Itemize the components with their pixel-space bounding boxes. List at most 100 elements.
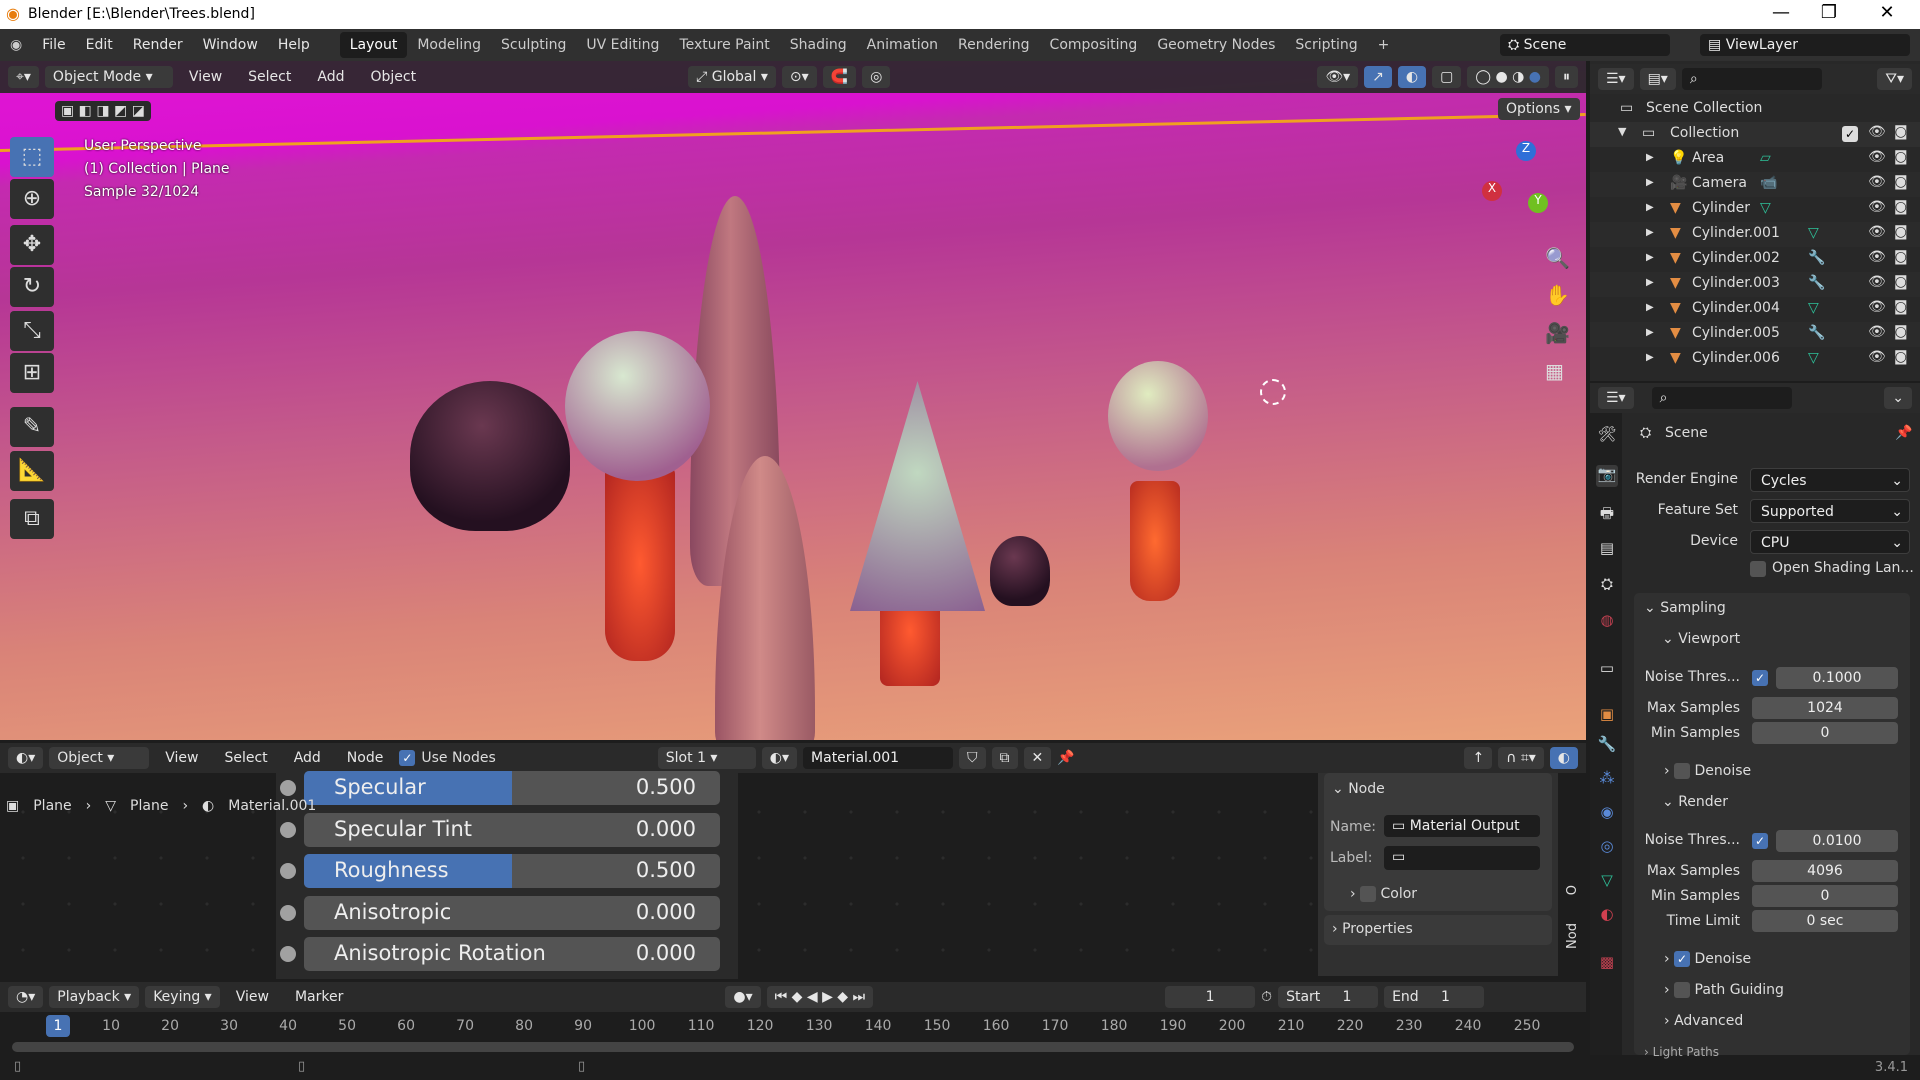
properties-editor[interactable]: ☰▾ ⌕ ⌄ 🛠 📷 🖶 ▤ ⛭ ◍ ▭ ▣ 🔧 ⁂ ◉ ◎ ▽ ◐ ▩ ⛭ S… — [1590, 383, 1920, 1059]
expand-arrow-icon[interactable]: ▶ — [1646, 302, 1654, 313]
vp-menu-select[interactable]: Select — [238, 69, 301, 85]
options-dropdown-icon[interactable]: ⌄ — [1884, 387, 1912, 409]
gizmo-z-axis[interactable]: Z — [1516, 141, 1536, 161]
mode-selector[interactable]: Object Mode ▾ — [44, 66, 173, 88]
menu-file[interactable]: File — [32, 37, 75, 53]
input-socket[interactable] — [280, 863, 296, 879]
camera-render-icon[interactable]: ◙ — [1894, 349, 1908, 365]
parent-node-tree-icon[interactable]: ↑ — [1464, 747, 1493, 769]
workspace-tab-uv-editing[interactable]: UV Editing — [576, 32, 669, 58]
pin-icon[interactable]: 📌 — [1057, 750, 1074, 766]
outliner-item[interactable]: ▶ ▼ Cylinder.001 ▽ 👁 ◙ — [1590, 222, 1920, 247]
3d-cursor-icon[interactable] — [1260, 379, 1286, 405]
node-menu-view[interactable]: View — [155, 750, 208, 766]
gizmo-x-axis[interactable]: X — [1482, 181, 1502, 201]
scale-tool[interactable]: ⤡ — [10, 311, 54, 351]
outliner-item[interactable]: ▶ ▼ Cylinder.006 ▽ 👁 ◙ — [1590, 347, 1920, 372]
node-menu-select[interactable]: Select — [214, 750, 277, 766]
rd-min-samples-field[interactable]: 0 — [1752, 885, 1898, 907]
vp-menu-view[interactable]: View — [179, 69, 232, 85]
expand-arrow-icon[interactable]: ▶ — [1646, 152, 1654, 163]
particles-tab-icon[interactable]: ⁂ — [1596, 769, 1618, 791]
input-socket[interactable] — [280, 821, 296, 838]
close-button[interactable]: ✕ — [1864, 2, 1910, 23]
render-engine-dropdown[interactable]: Cycles ⌄ — [1750, 468, 1910, 492]
editor-type-icon[interactable]: ◔▾ — [8, 986, 44, 1008]
snap-node-icon[interactable]: ∩ ⌗▾ — [1498, 747, 1544, 769]
advanced-subpanel[interactable]: › Advanced — [1664, 1013, 1743, 1029]
current-frame-field[interactable]: 1 — [1165, 986, 1256, 1008]
light-paths-header[interactable]: › Light Paths — [1644, 1045, 1719, 1059]
rd-noise-field[interactable]: 0.0100 — [1776, 830, 1898, 852]
vp-noise-field[interactable]: 0.1000 — [1776, 667, 1898, 689]
modifier-icon[interactable]: 🔧 — [1808, 325, 1825, 341]
menu-help[interactable]: Help — [268, 37, 320, 53]
expand-arrow-icon[interactable]: ▶ — [1646, 277, 1654, 288]
material-name-field[interactable]: Material.001 — [803, 747, 954, 769]
exclude-checkbox[interactable]: ✓ — [1842, 126, 1858, 142]
gizmo-toggle-icon[interactable]: ↗ — [1364, 66, 1392, 88]
measure-tool[interactable]: 📐 — [10, 451, 54, 491]
material-browse-icon[interactable]: ◐▾ — [761, 747, 798, 769]
view-layer-selector[interactable]: ▤ ViewLayer — [1700, 34, 1910, 56]
rotate-tool[interactable]: ↻ — [10, 267, 54, 307]
cursor-tool[interactable]: ⊕ — [10, 179, 54, 219]
start-frame-field[interactable]: Start 1 — [1278, 986, 1379, 1008]
outliner-search-input[interactable]: ⌕ — [1681, 68, 1822, 90]
scene-selector[interactable]: ⛭ Scene — [1500, 34, 1670, 56]
fake-user-icon[interactable]: ⛉ — [959, 747, 986, 769]
proportional-edit-icon[interactable]: ◎ — [862, 66, 891, 88]
device-dropdown[interactable]: CPU ⌄ — [1750, 530, 1910, 554]
expand-arrow-icon[interactable]: ▶ — [1646, 202, 1654, 213]
expand-arrow-icon[interactable]: ▶ — [1646, 227, 1654, 238]
outliner-item[interactable]: ▶ ▼ Cylinder.005 🔧 👁 ◙ — [1590, 322, 1920, 347]
node-menu-add[interactable]: Add — [284, 750, 331, 766]
overlay-toggle-icon[interactable]: ◐ — [1397, 66, 1427, 88]
timeline[interactable]: ◔▾ Playback ▾ Keying ▾ View Marker ●▾ ⏮ … — [0, 979, 1586, 1055]
add-cube-tool[interactable]: ⧉ — [10, 499, 54, 539]
outliner[interactable]: ☰▾ ▤▾ ⌕ ⛛▾ ▭ Scene Collection ▼ ▭ Collectio… — [1590, 61, 1920, 381]
scene-tab-icon[interactable]: ⛭ — [1596, 575, 1618, 597]
data-icon[interactable]: ▽ — [1808, 350, 1819, 366]
annotate-tool[interactable]: ✎ — [10, 407, 54, 447]
options-button[interactable]: Options ▾ — [1498, 98, 1580, 120]
input-socket[interactable] — [280, 780, 296, 796]
blender-menu-icon[interactable]: ◉ — [0, 37, 32, 53]
maximize-button[interactable]: ❐ — [1806, 2, 1852, 23]
menu-edit[interactable]: Edit — [76, 37, 123, 53]
input-socket[interactable] — [280, 946, 296, 962]
rd-noise-checkbox[interactable]: ✓ — [1752, 833, 1768, 849]
eye-icon[interactable]: 👁 — [1868, 224, 1886, 240]
node-name-field[interactable]: ▭ Material Output — [1384, 815, 1540, 837]
auto-keying-icon[interactable]: ●▾ — [725, 986, 761, 1008]
color-subpanel[interactable]: › Color — [1350, 886, 1417, 902]
workspace-tab-rendering[interactable]: Rendering — [948, 32, 1040, 58]
move-tool[interactable]: ✥ — [10, 225, 54, 265]
feature-set-dropdown[interactable]: Supported ⌄ — [1750, 499, 1910, 523]
expand-arrow-icon[interactable]: ▶ — [1646, 352, 1654, 363]
workspace-tab-layout[interactable]: Layout — [339, 32, 408, 58]
modifier-icon[interactable]: 🔧 — [1808, 250, 1825, 266]
playhead[interactable]: 1 — [46, 1015, 70, 1037]
camera-view-icon[interactable]: 🎥 — [1545, 321, 1570, 345]
shading-modes[interactable]: ◯ ● ◑ ● — [1467, 66, 1549, 88]
timeline-menu-view[interactable]: View — [226, 989, 279, 1005]
keying-menu[interactable]: Keying ▾ — [145, 986, 220, 1008]
physics-tab-icon[interactable]: ◉ — [1596, 803, 1618, 825]
tool-tab-icon[interactable]: 🛠 — [1596, 425, 1618, 447]
visibility-icon[interactable]: 👁▾ — [1317, 66, 1359, 88]
expand-arrow-icon[interactable]: ▶ — [1646, 327, 1654, 338]
node-menu-node[interactable]: Node — [337, 750, 394, 766]
node-panel-header[interactable]: ⌄ Node — [1332, 781, 1385, 797]
vp-max-samples-field[interactable]: 1024 — [1752, 697, 1898, 719]
tab-options[interactable]: O — [1565, 885, 1580, 895]
object-type-selector[interactable]: Object ▾ — [49, 747, 150, 769]
properties-search-input[interactable]: ⌕ — [1651, 387, 1792, 409]
workspace-tab-sculpting[interactable]: Sculpting — [491, 32, 576, 58]
properties-subpanel[interactable]: › Properties — [1332, 921, 1413, 937]
data-icon[interactable]: ▽ — [1760, 200, 1771, 216]
zoom-icon[interactable]: 🔍 — [1545, 246, 1570, 270]
eye-icon[interactable]: 👁 — [1868, 299, 1886, 315]
slider-anisotropic[interactable]: Anisotropic 0.000 — [304, 895, 720, 930]
outliner-item[interactable]: ▶ ▼ Cylinder.003 🔧 👁 ◙ — [1590, 272, 1920, 297]
